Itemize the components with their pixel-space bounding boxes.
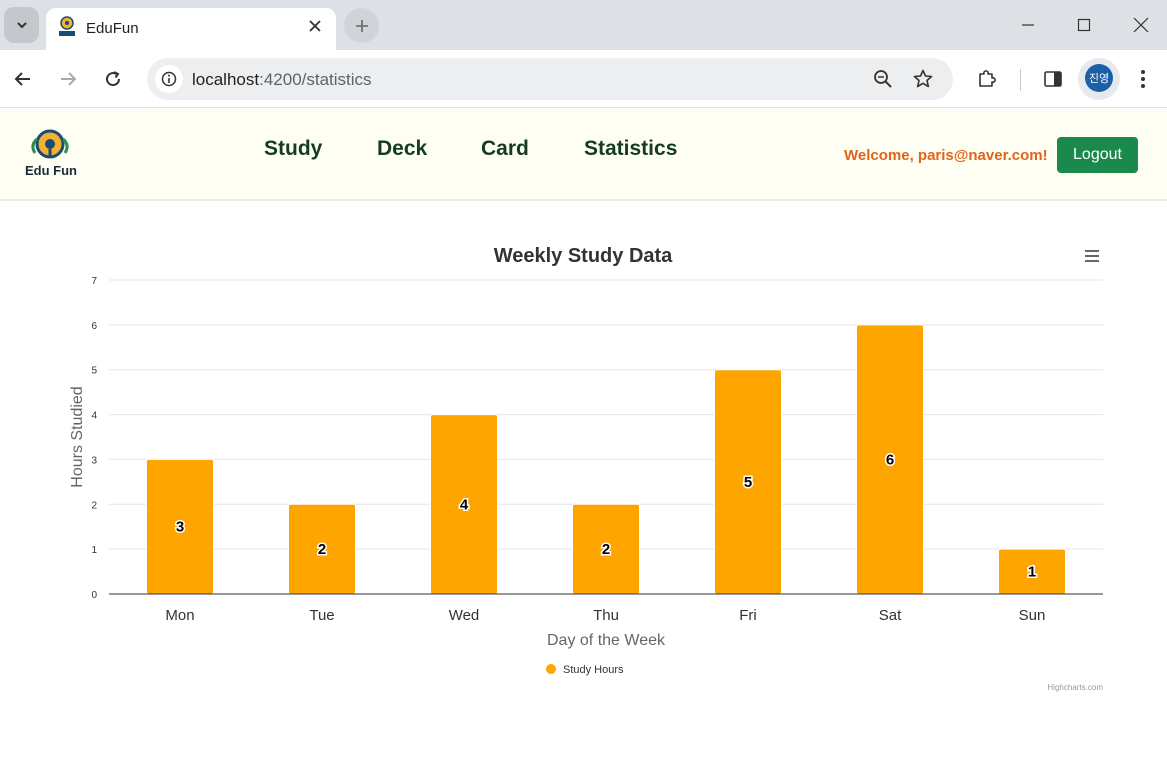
close-icon bbox=[1133, 17, 1149, 33]
browser-tab-bar: EduFun bbox=[0, 0, 1167, 50]
bookmark-button[interactable] bbox=[910, 66, 936, 92]
y-tick-label: 6 bbox=[91, 321, 97, 332]
logo-text: Edu Fun bbox=[25, 163, 77, 178]
url-text[interactable]: localhost:4200/statistics bbox=[192, 70, 372, 90]
x-tick-label: Mon bbox=[165, 607, 194, 624]
reload-button[interactable] bbox=[96, 62, 130, 96]
tab-title: EduFun bbox=[86, 20, 139, 37]
x-tick-label: Sun bbox=[1019, 607, 1046, 624]
close-icon bbox=[309, 20, 321, 32]
puzzle-icon bbox=[979, 70, 996, 87]
side-panel-icon bbox=[1044, 71, 1062, 87]
kebab-menu-icon bbox=[1141, 70, 1145, 88]
chart-title: Weekly Study Data bbox=[494, 245, 673, 267]
browser-toolbar: localhost:4200/statistics 진영 bbox=[0, 50, 1167, 108]
y-tick-label: 1 bbox=[91, 545, 97, 556]
nav-deck[interactable]: Deck bbox=[377, 137, 427, 161]
zoom-button[interactable] bbox=[870, 66, 896, 92]
chart-menu-button[interactable] bbox=[1080, 245, 1104, 267]
maximize-button[interactable] bbox=[1069, 10, 1099, 40]
hamburger-icon bbox=[1085, 250, 1099, 262]
y-tick-label: 3 bbox=[91, 455, 97, 466]
data-label: 2 bbox=[602, 541, 610, 558]
url-path: :4200/statistics bbox=[259, 70, 372, 89]
data-label: 2 bbox=[318, 541, 326, 558]
y-tick-label: 5 bbox=[91, 366, 97, 377]
y-tick-label: 2 bbox=[91, 500, 97, 511]
x-tick-label: Sat bbox=[879, 607, 902, 624]
reload-icon bbox=[106, 71, 121, 87]
address-bar[interactable]: localhost:4200/statistics bbox=[147, 58, 953, 100]
tab-close-button[interactable] bbox=[302, 13, 328, 39]
forward-button[interactable] bbox=[51, 62, 85, 96]
url-host: localhost bbox=[192, 70, 260, 89]
legend-item[interactable]: Study Hours bbox=[546, 664, 624, 676]
y-tick-label: 0 bbox=[91, 590, 97, 601]
x-tick-label: Thu bbox=[593, 607, 619, 624]
nav-statistics[interactable]: Statistics bbox=[584, 137, 677, 161]
welcome-message: Welcome, paris@naver.com! bbox=[844, 147, 1048, 164]
chart-credit[interactable]: Highcharts.com bbox=[1047, 683, 1103, 692]
data-label: 4 bbox=[460, 496, 469, 513]
logo-icon: Edu Fun bbox=[25, 129, 77, 178]
edufun-logo[interactable]: Edu Fun bbox=[22, 129, 80, 179]
minimize-icon bbox=[1022, 24, 1034, 26]
y-tick-label: 4 bbox=[91, 411, 97, 422]
y-axis-label: Hours Studied bbox=[69, 386, 86, 487]
star-icon bbox=[913, 69, 933, 88]
zoom-icon bbox=[874, 70, 892, 88]
data-label: 6 bbox=[886, 451, 894, 468]
toolbar-separator bbox=[1020, 69, 1021, 91]
app-header: Edu Fun Study Deck Card Statistics Welco… bbox=[0, 109, 1167, 201]
x-tick-label: Wed bbox=[449, 607, 480, 624]
minimize-button[interactable] bbox=[1013, 10, 1043, 40]
nav-card[interactable]: Card bbox=[481, 137, 529, 161]
back-button[interactable] bbox=[6, 62, 40, 96]
new-tab-button[interactable] bbox=[344, 8, 379, 43]
x-tick-label: Tue bbox=[309, 607, 334, 624]
side-panel-button[interactable] bbox=[1037, 63, 1069, 95]
data-label: 5 bbox=[744, 474, 752, 491]
site-info-button[interactable] bbox=[155, 65, 183, 93]
chart-svg: Weekly Study Data 0 1 2 3 4 5 6 7 3 2 4 2 5 6 1 Mon Tu… bbox=[69, 245, 1104, 692]
maximize-icon bbox=[1077, 18, 1091, 32]
window-close-button[interactable] bbox=[1126, 10, 1156, 40]
browser-tab-active[interactable]: EduFun bbox=[46, 8, 336, 50]
logout-button[interactable]: Logout bbox=[1057, 137, 1138, 173]
arrow-left-icon bbox=[14, 72, 30, 86]
x-tick-label: Fri bbox=[739, 607, 757, 624]
weekly-study-chart: Weekly Study Data 0 1 2 3 4 5 6 7 3 2 4 2 5 6 1 Mon Tu… bbox=[0, 203, 1167, 771]
data-label: 3 bbox=[176, 519, 184, 536]
arrow-right-icon bbox=[61, 72, 77, 86]
browser-menu-button[interactable] bbox=[1127, 63, 1159, 95]
legend-marker bbox=[546, 664, 556, 674]
nav-study[interactable]: Study bbox=[264, 137, 322, 161]
edufun-favicon-icon bbox=[59, 16, 75, 36]
y-tick-label: 7 bbox=[91, 276, 97, 287]
chevron-down-icon bbox=[16, 22, 27, 29]
x-axis-label: Day of the Week bbox=[547, 632, 666, 649]
profile-avatar[interactable]: 진영 bbox=[1085, 64, 1113, 92]
plus-icon bbox=[355, 19, 368, 32]
tab-search-button[interactable] bbox=[4, 7, 39, 43]
legend-label: Study Hours bbox=[563, 664, 624, 676]
info-icon bbox=[161, 71, 177, 87]
extensions-button[interactable] bbox=[971, 63, 1003, 95]
data-label: 1 bbox=[1028, 564, 1036, 581]
